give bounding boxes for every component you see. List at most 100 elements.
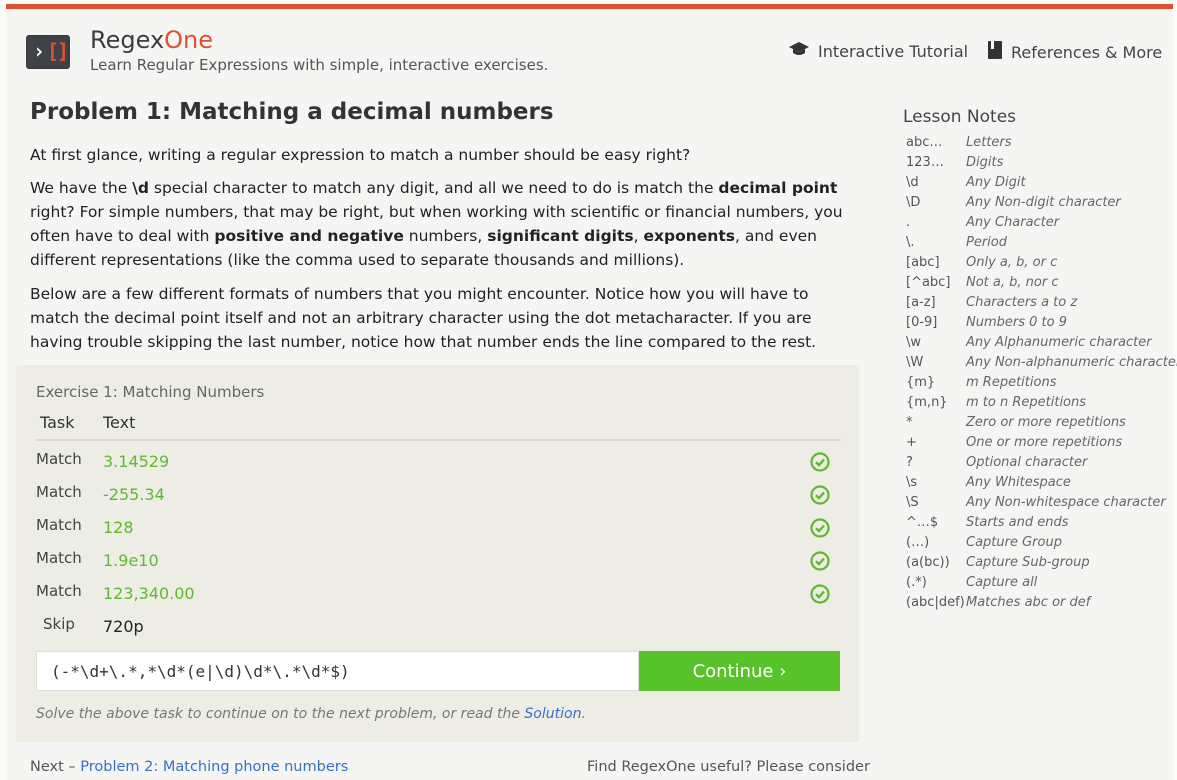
- note-item: [abc] Only a, b, or c: [906, 253, 1174, 273]
- p2-bold-exp: exponents: [643, 227, 735, 245]
- note-value: Characters a to z: [966, 295, 1078, 310]
- row-task: Match: [36, 483, 82, 501]
- check-circle-icon: [810, 584, 830, 608]
- p2-text-c: special character to match any digit, an…: [148, 179, 719, 197]
- note-key: [0-9]: [906, 315, 938, 330]
- row-task: Skip: [43, 615, 75, 633]
- p2-text-g: numbers,: [403, 227, 488, 245]
- intro-paragraph: At first glance, writing a regular expre…: [30, 146, 691, 164]
- nav-references[interactable]: References & More: [987, 40, 1162, 64]
- hint-prefix: Solve the above task to continue on to t…: [36, 706, 525, 722]
- note-value: Starts and ends: [966, 515, 1069, 530]
- p2-bold-sig: significant digits: [487, 227, 634, 245]
- regex-input-wrapper: [36, 651, 639, 691]
- note-key: .: [906, 215, 911, 230]
- note-item: \w Any Alphanumeric character: [906, 333, 1174, 353]
- note-value: Numbers 0 to 9: [966, 315, 1067, 330]
- logo-icon[interactable]: › []: [26, 35, 70, 69]
- note-value: Not a, b, nor c: [966, 275, 1059, 290]
- row-text: 123,340.00: [103, 584, 195, 603]
- note-item: * Zero or more repetitions: [906, 413, 1174, 433]
- exercise-panel: Exercise 1: Matching Numbers Task Text M…: [16, 365, 859, 742]
- regex-input[interactable]: [37, 652, 638, 690]
- exercise-title: Exercise 1: Matching Numbers: [36, 383, 265, 401]
- continue-button[interactable]: Continue ›: [639, 651, 840, 691]
- note-value: Letters: [966, 135, 1012, 150]
- table-row: Match 123,340.00: [36, 578, 841, 611]
- note-item: \d Any Digit: [906, 173, 1174, 193]
- note-value: m to n Repetitions: [966, 395, 1087, 410]
- col-text: Text: [103, 413, 136, 432]
- note-key: [abc]: [906, 255, 940, 270]
- note-item: [^abc] Not a, b, nor c: [906, 273, 1174, 293]
- note-key: \S: [906, 495, 919, 510]
- note-item: (abc|def) Matches abc or def: [906, 593, 1174, 613]
- row-text: -255.34: [103, 485, 165, 504]
- note-value: Any Whitespace: [966, 475, 1071, 490]
- brand-accent: One: [164, 26, 214, 54]
- note-value: Capture all: [966, 575, 1038, 590]
- note-key: \s: [906, 475, 918, 490]
- detail-paragraph: We have the \d special character to matc…: [30, 176, 850, 272]
- p2-bold-decimal: decimal point: [718, 179, 838, 197]
- note-item: (.*) Capture all: [906, 573, 1174, 593]
- note-item: (…) Capture Group: [906, 533, 1174, 553]
- note-key: \.: [906, 235, 915, 250]
- note-value: Capture Group: [966, 535, 1062, 550]
- note-item: (a(bc)) Capture Sub-group: [906, 553, 1174, 573]
- table-row: Skip 720p: [36, 611, 841, 644]
- brand-name[interactable]: RegexOne: [90, 26, 213, 54]
- nav-references-label: References & More: [1011, 42, 1163, 62]
- table-row: Match 128: [36, 512, 841, 545]
- note-item: \W Any Non-alphanumeric character: [906, 353, 1177, 373]
- hint-suffix: .: [581, 706, 586, 722]
- note-item: . Any Character: [906, 213, 1174, 233]
- nav-interactive-tutorial[interactable]: Interactive Tutorial: [788, 40, 968, 62]
- lesson-notes-title: Lesson Notes: [903, 107, 1017, 127]
- note-key: (a(bc)): [906, 555, 950, 570]
- note-key: {m,n}: [906, 395, 948, 410]
- row-text: 1.9e10: [103, 551, 159, 570]
- next-problem: Next – Problem 2: Matching phone numbers: [30, 759, 348, 775]
- note-item: \. Period: [906, 233, 1174, 253]
- check-circle-icon: [810, 485, 830, 509]
- p2-text-i: ,: [633, 227, 644, 245]
- p2-bold-posneg: positive and negative: [214, 227, 404, 245]
- row-text: 128: [103, 518, 134, 537]
- note-item: + One or more repetitions: [906, 433, 1174, 453]
- note-value: Any Non-digit character: [966, 195, 1121, 210]
- tagline: Learn Regular Expressions with simple, i…: [90, 56, 549, 74]
- note-key: (.*): [906, 575, 927, 590]
- note-key: \W: [906, 355, 924, 370]
- note-key: +: [906, 435, 917, 450]
- note-value: Any Character: [966, 215, 1060, 230]
- table-row: Match -255.34: [36, 479, 841, 512]
- note-item: ^…$ Starts and ends: [906, 513, 1174, 533]
- note-value: Zero or more repetitions: [966, 415, 1126, 430]
- next-prefix: Next –: [30, 759, 81, 775]
- p2-text-a: We have the: [30, 179, 133, 197]
- nav-tutorial-label: Interactive Tutorial: [818, 41, 969, 61]
- note-value: Digits: [966, 155, 1004, 170]
- row-text: 720p: [103, 617, 144, 636]
- next-problem-link[interactable]: Problem 2: Matching phone numbers: [80, 759, 348, 775]
- p2-bold-d: \d: [132, 179, 149, 197]
- note-value: Capture Sub-group: [966, 555, 1090, 570]
- brand-main: Regex: [90, 26, 165, 54]
- note-item: 123… Digits: [906, 153, 1174, 173]
- col-task: Task: [40, 413, 75, 432]
- note-value: Optional character: [966, 455, 1088, 470]
- note-value: Only a, b, or c: [966, 255, 1058, 270]
- graduation-cap-icon: [788, 40, 810, 62]
- note-item: [a-z] Characters a to z: [906, 293, 1174, 313]
- note-value: Any Non-alphanumeric character: [966, 355, 1177, 370]
- formats-paragraph: Below are a few different formats of num…: [30, 285, 817, 351]
- note-item: ? Optional character: [906, 453, 1174, 473]
- note-key: \w: [906, 335, 922, 350]
- row-task: Match: [36, 549, 82, 567]
- note-key: abc…: [906, 135, 943, 150]
- logo-caret: ›: [33, 39, 46, 63]
- solution-link[interactable]: Solution: [524, 706, 581, 722]
- table-row: Match 3.14529: [36, 446, 841, 479]
- note-item: {m} m Repetitions: [906, 373, 1174, 393]
